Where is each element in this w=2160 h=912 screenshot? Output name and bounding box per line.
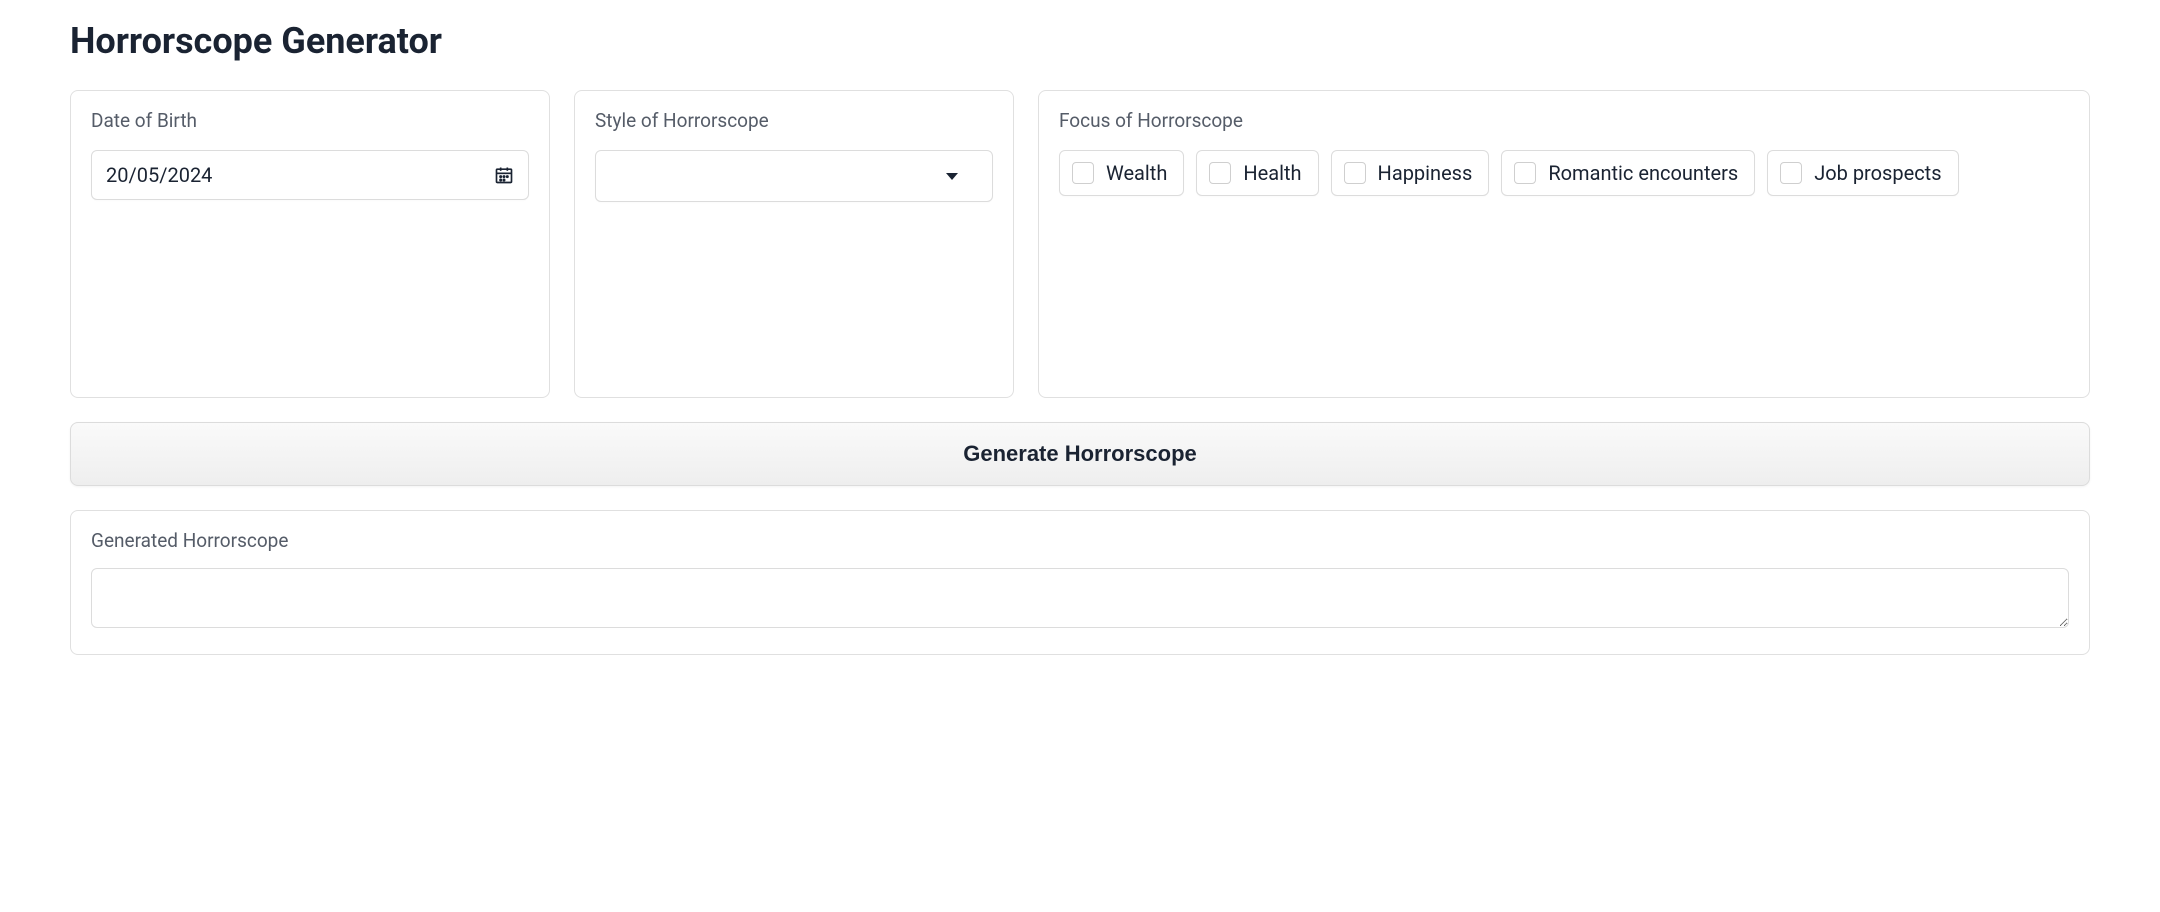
dob-input-wrap[interactable] <box>91 150 529 200</box>
checkbox-icon[interactable] <box>1780 162 1802 184</box>
dob-panel: Date of Birth <box>70 90 550 398</box>
focus-chip-wealth[interactable]: Wealth <box>1059 150 1184 196</box>
style-panel: Style of Horrorscope <box>574 90 1014 398</box>
focus-chip-happiness[interactable]: Happiness <box>1331 150 1490 196</box>
focus-panel: Focus of Horrorscope Wealth Health Happi… <box>1038 90 2090 398</box>
style-select[interactable] <box>595 150 993 202</box>
dob-input[interactable] <box>106 163 494 187</box>
dob-label: Date of Birth <box>91 109 529 132</box>
checkbox-icon[interactable] <box>1209 162 1231 184</box>
chip-label: Job prospects <box>1814 161 1941 185</box>
inputs-row: Date of Birth Style of Horrorscope Focus… <box>70 90 2090 398</box>
focus-chip-job[interactable]: Job prospects <box>1767 150 1958 196</box>
output-panel: Generated Horrorscope <box>70 510 2090 655</box>
calendar-icon[interactable] <box>494 165 514 185</box>
checkbox-icon[interactable] <box>1344 162 1366 184</box>
style-label: Style of Horrorscope <box>595 109 993 132</box>
checkbox-icon[interactable] <box>1514 162 1536 184</box>
chip-label: Happiness <box>1378 161 1473 185</box>
generate-button[interactable]: Generate Horrorscope <box>70 422 2090 486</box>
page-title: Horrorscope Generator <box>70 20 2090 62</box>
focus-options: Wealth Health Happiness Romantic encount… <box>1059 150 2069 196</box>
focus-chip-romantic[interactable]: Romantic encounters <box>1501 150 1755 196</box>
output-textarea[interactable] <box>91 568 2069 628</box>
checkbox-icon[interactable] <box>1072 162 1094 184</box>
chip-label: Health <box>1243 161 1301 185</box>
focus-chip-health[interactable]: Health <box>1196 150 1318 196</box>
output-label: Generated Horrorscope <box>91 529 2069 552</box>
chip-label: Romantic encounters <box>1548 161 1738 185</box>
chevron-down-icon <box>946 173 958 180</box>
chip-label: Wealth <box>1106 161 1167 185</box>
focus-label: Focus of Horrorscope <box>1059 109 2069 132</box>
